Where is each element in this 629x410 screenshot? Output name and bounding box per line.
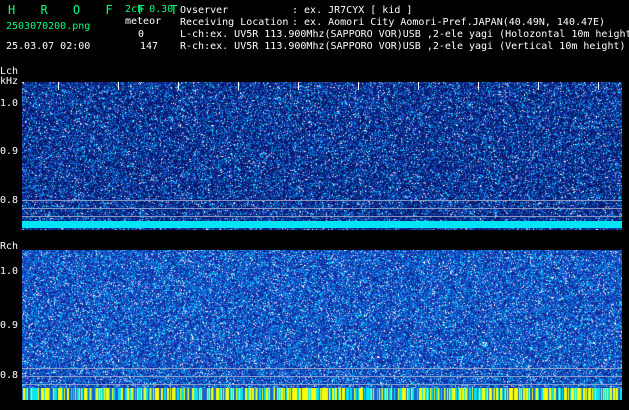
lch-reference-line: [22, 208, 622, 209]
lch-carrier-band: [22, 221, 622, 228]
rch-spectrogram-canvas: [22, 250, 622, 400]
time-tick: [598, 82, 599, 90]
rch-meteor-band: [22, 388, 622, 400]
rch-ytick-2: 0.9: [0, 320, 19, 331]
location-label: Receiving Location: [180, 17, 289, 28]
rch-info: R-ch:ex. UV5R 113.900Mhz(SAPPORO VOR)USB…: [180, 41, 626, 52]
meteor-count-rch: 147: [140, 41, 159, 52]
rch-reference-line: [22, 376, 622, 377]
rch-ytick-1: 1.0: [0, 266, 19, 277]
filename: 2503070200.png: [6, 21, 91, 32]
lch-spectrogram: [22, 82, 622, 230]
lch-info: L-ch:ex. UV5R 113.900Mhz(SAPPORO VOR)USB…: [180, 29, 629, 40]
channel-mode: 2ch 0.30: [125, 4, 174, 15]
rch-ytick-3: 0.8: [0, 370, 19, 381]
time-tick: [238, 82, 239, 90]
observer-value: : ex. JR7CYX [ kid ]: [292, 5, 413, 16]
time-tick: [538, 82, 539, 90]
datetime: 25.03.07 02:00: [6, 41, 91, 52]
rch-label: Rch: [0, 241, 19, 252]
meteor-label: meteor: [125, 16, 162, 27]
location-value: : ex. Aomori City Aomori-Pref.JAPAN(40.4…: [292, 17, 606, 28]
time-tick: [358, 82, 359, 90]
lch-ytick-1: 1.0: [0, 98, 19, 109]
rch-reference-line: [22, 384, 622, 385]
lch-reference-line: [22, 216, 622, 217]
time-tick: [58, 82, 59, 90]
lch-ytick-3: 0.8: [0, 195, 19, 206]
lch-unit: kHz: [0, 76, 19, 87]
rch-spectrogram: [22, 250, 622, 400]
lch-reference-line: [22, 200, 622, 201]
rch-reference-line: [22, 368, 622, 369]
observer-label: Ovserver: [180, 5, 229, 16]
time-tick: [418, 82, 419, 90]
lch-ytick-2: 0.9: [0, 146, 19, 157]
meteor-count-lch: 0: [138, 29, 145, 40]
time-tick: [178, 82, 179, 90]
time-tick: [298, 82, 299, 90]
time-tick: [478, 82, 479, 90]
time-tick: [118, 82, 119, 90]
